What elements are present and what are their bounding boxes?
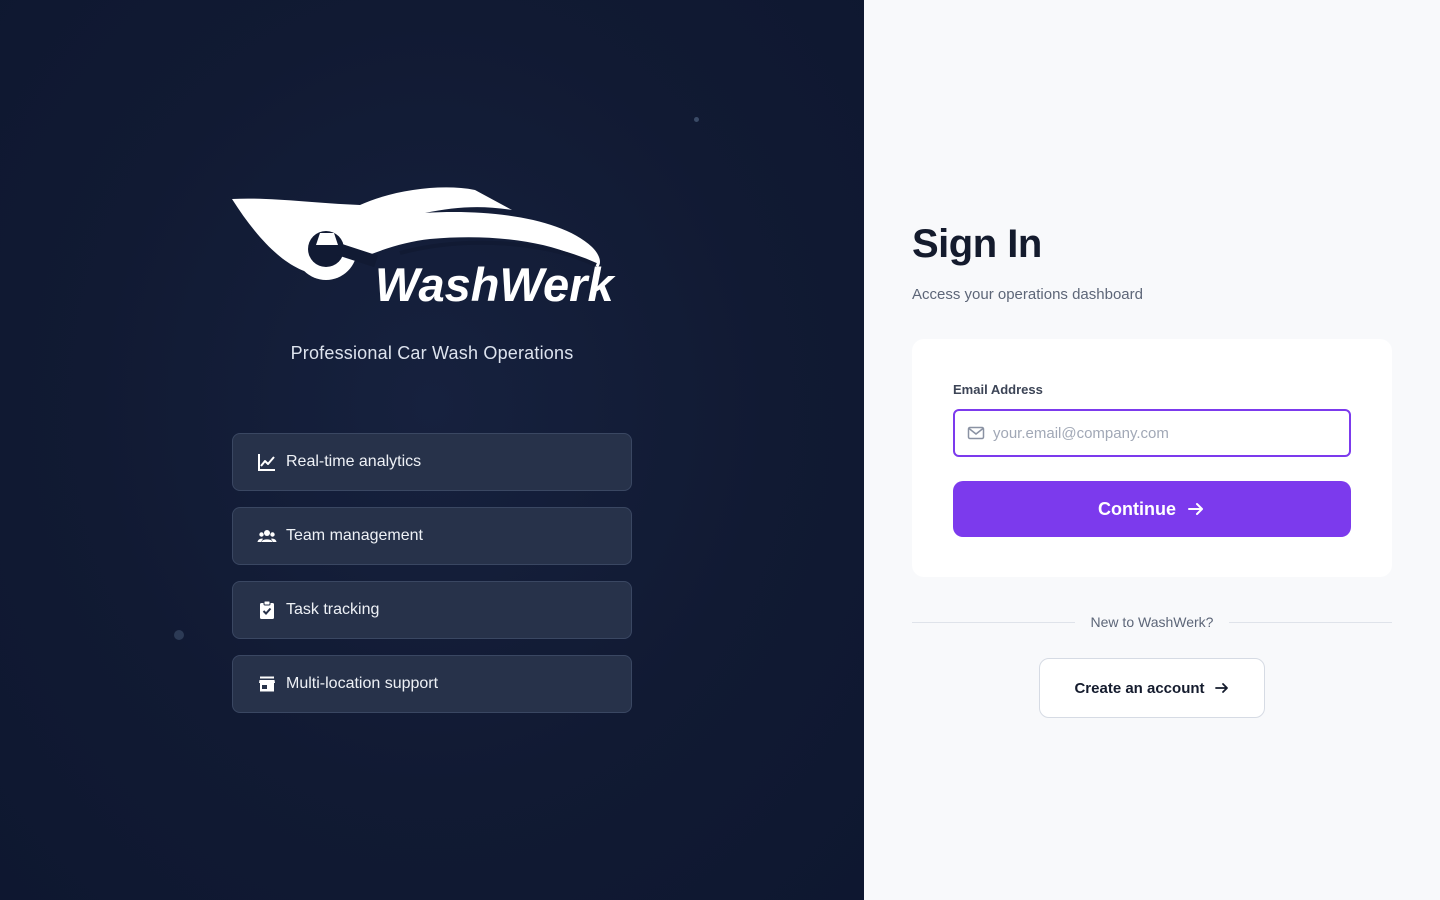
line-chart-icon [257, 452, 277, 472]
washwerk-logo: WashWerk [230, 183, 634, 308]
feature-item-team: Team management [232, 507, 632, 565]
arrow-right-icon [1186, 499, 1206, 519]
feature-label: Task tracking [286, 601, 380, 618]
email-label: Email Address [953, 382, 1043, 397]
clipboard-check-icon [257, 600, 277, 620]
divider: New to WashWerk? [912, 612, 1392, 632]
users-icon [257, 526, 277, 546]
feature-label: Real-time analytics [286, 453, 422, 470]
login-page: WashWerk Professional Car Wash Operation… [0, 0, 1440, 900]
feature-item-analytics: Real-time analytics [232, 433, 632, 491]
divider-text: New to WashWerk? [1090, 614, 1214, 630]
feature-item-tasks: Task tracking [232, 581, 632, 639]
mail-icon [967, 424, 985, 442]
brand-tagline: Professional Car Wash Operations [290, 343, 574, 363]
continue-label: Continue [1098, 498, 1176, 519]
feature-list: Real-time analytics Team management Task… [232, 433, 632, 729]
arrow-right-icon [1214, 680, 1230, 696]
email-field-wrapper[interactable] [953, 409, 1351, 457]
feature-label: Multi-location support [286, 675, 439, 692]
continue-button[interactable]: Continue [953, 481, 1351, 537]
svg-text:WashWerk: WashWerk [375, 258, 616, 308]
decorative-dot [174, 630, 184, 640]
email-input[interactable] [993, 424, 1349, 442]
divider-line [1229, 621, 1392, 623]
divider-line [912, 621, 1075, 623]
decorative-dot [694, 117, 699, 122]
signin-card: Email Address Continue [912, 339, 1392, 577]
feature-item-locations: Multi-location support [232, 655, 632, 713]
store-icon [257, 674, 277, 694]
page-title: Sign In [912, 222, 1042, 266]
create-account-label: Create an account [1074, 679, 1205, 697]
signin-panel: Sign In Access your operations dashboard… [864, 0, 1440, 900]
create-account-button[interactable]: Create an account [1039, 658, 1265, 718]
page-subtitle: Access your operations dashboard [912, 286, 1143, 303]
feature-label: Team management [286, 527, 423, 544]
brand-panel: WashWerk Professional Car Wash Operation… [0, 0, 864, 900]
